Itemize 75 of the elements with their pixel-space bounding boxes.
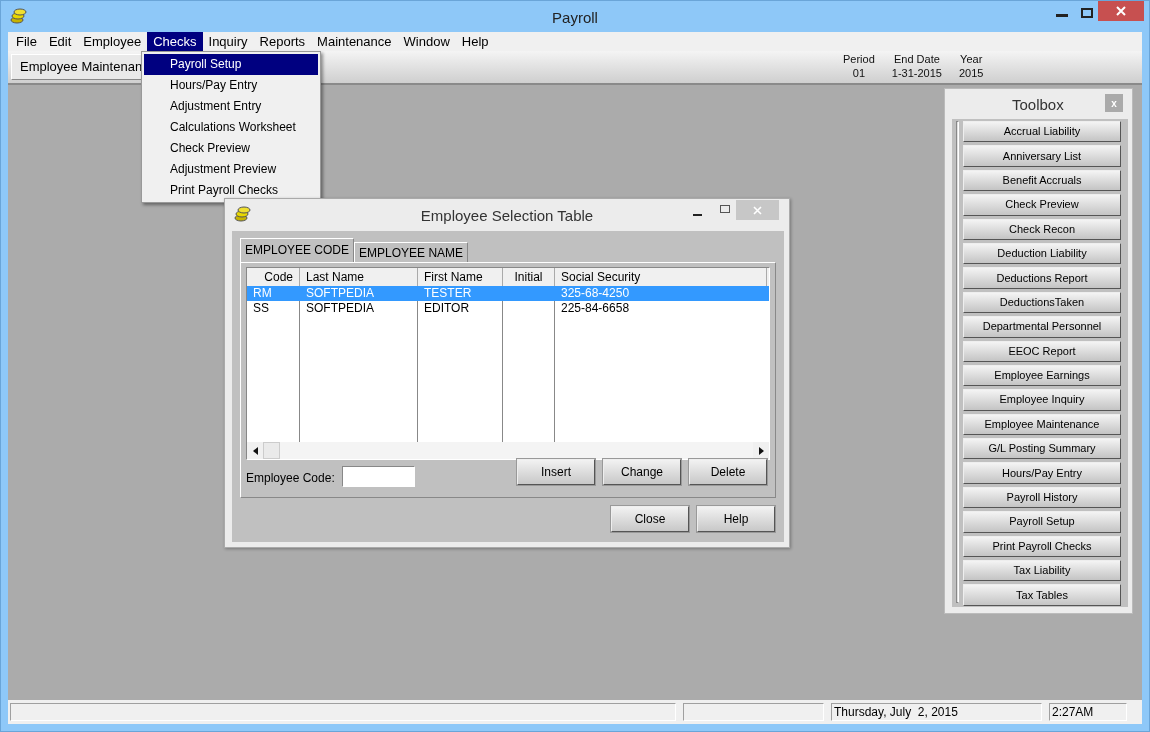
- window-title: Payroll: [552, 8, 598, 28]
- period-label: End Date: [893, 52, 940, 66]
- toolbox-button[interactable]: Tax Liability: [963, 560, 1121, 582]
- menu-item[interactable]: Print Payroll Checks: [144, 180, 318, 201]
- period-label: Period: [843, 52, 875, 66]
- period-label: Year: [960, 52, 983, 66]
- menu-item[interactable]: Payroll Setup: [144, 54, 318, 75]
- coins-icon: [234, 206, 252, 222]
- toolbox-button[interactable]: Deductions Report: [963, 267, 1121, 289]
- menu-item[interactable]: Checks: [147, 32, 203, 51]
- menu-item[interactable]: Adjustment Preview: [144, 159, 318, 180]
- maximize-icon[interactable]: [1081, 8, 1093, 18]
- toolbox-button[interactable]: Departmental Personnel: [963, 316, 1121, 338]
- table-cell-text: EDITOR: [423, 301, 471, 316]
- toolbox-button[interactable]: Employee Earnings: [963, 364, 1121, 387]
- scroll-left-button[interactable]: [247, 442, 263, 459]
- menu-item[interactable]: Window: [397, 32, 456, 51]
- toolbox-title: Toolbox: [1012, 95, 1064, 115]
- toolbox-button[interactable]: DeductionsTaken: [963, 291, 1121, 314]
- toolbox-button[interactable]: Hours/Pay Entry: [963, 462, 1121, 484]
- tab[interactable]: EMPLOYEE NAME: [354, 242, 469, 262]
- menu-item[interactable]: Inquiry: [202, 32, 254, 51]
- toolbox-button[interactable]: Employee Inquiry: [963, 389, 1121, 411]
- table-cell-text: SS: [252, 301, 270, 316]
- table-cell-text: SOFTPEDIA: [305, 286, 375, 301]
- toolbox-button[interactable]: Benefit Accruals: [963, 169, 1121, 192]
- table-cell-text: TESTER: [423, 286, 473, 301]
- menu-item[interactable]: Help: [455, 32, 495, 51]
- toolbox-button[interactable]: Accrual Liability: [963, 121, 1121, 143]
- toolbox-button[interactable]: Check Recon: [963, 218, 1121, 240]
- toolbox-button[interactable]: Deduction Liability: [963, 242, 1121, 265]
- table-cell-text: RM: [252, 286, 273, 301]
- toolbox-button[interactable]: G/L Posting Summary: [963, 438, 1121, 460]
- menu-item[interactable]: Calculations Worksheet: [144, 117, 318, 138]
- dialog-button[interactable]: Insert: [517, 459, 595, 485]
- menu-item[interactable]: File: [10, 32, 43, 51]
- status-date: Thursday, July 2, 2015: [831, 703, 1042, 721]
- toolbox-button[interactable]: Payroll History: [963, 486, 1121, 509]
- menu-item[interactable]: Maintenance: [311, 32, 398, 51]
- scrollbar-thumb[interactable]: [263, 442, 280, 459]
- period-value: 2015: [958, 66, 984, 80]
- toolbox-button[interactable]: Anniversary List: [963, 145, 1121, 167]
- menu-item[interactable]: Employee: [77, 32, 148, 51]
- maximize-icon[interactable]: [720, 205, 730, 213]
- menu-item[interactable]: Edit: [42, 32, 78, 51]
- table-cell-text: 325-68-4250: [560, 286, 631, 301]
- table-row[interactable]: SS SOFTPEDIA EDITOR 225-84-6658: [247, 301, 769, 316]
- dialog-title: Employee Selection Table: [420, 206, 594, 226]
- menu-item[interactable]: Check Preview: [144, 138, 318, 159]
- right-arrow-icon: [758, 446, 764, 455]
- toolbox-button[interactable]: Check Preview: [963, 194, 1121, 216]
- menu-item[interactable]: Adjustment Entry: [144, 96, 318, 117]
- toolbox-button[interactable]: Employee Maintenance: [963, 413, 1121, 436]
- dialog-button[interactable]: Delete: [689, 459, 767, 485]
- close-icon: [1116, 6, 1126, 16]
- menu-item[interactable]: Reports: [253, 32, 312, 51]
- toolbox-button[interactable]: Print Payroll Checks: [963, 535, 1121, 558]
- dialog-button[interactable]: Close: [611, 506, 689, 532]
- toolbox-button[interactable]: Payroll Setup: [963, 511, 1121, 533]
- table-cell-text: 225-84-6658: [560, 301, 631, 316]
- period-value: 1-31-2015: [891, 66, 942, 80]
- dialog-button[interactable]: Change: [603, 459, 681, 485]
- coins-icon: [10, 8, 28, 24]
- employee-code-field[interactable]: [342, 466, 415, 487]
- period-value: 01: [852, 66, 865, 80]
- status-time: 2:27AM: [1049, 703, 1127, 721]
- tab[interactable]: EMPLOYEE CODE: [240, 238, 355, 262]
- dialog-button[interactable]: Help: [697, 506, 775, 532]
- close-icon: [753, 205, 762, 215]
- toolbox-button[interactable]: EEOC Report: [963, 340, 1121, 362]
- field-label: Employee Code:: [246, 470, 335, 487]
- toolbox-button[interactable]: Tax Tables: [963, 584, 1121, 606]
- left-arrow-icon: [252, 446, 258, 455]
- close-button[interactable]: [1098, 1, 1144, 21]
- table-cell-text: SOFTPEDIA: [305, 301, 375, 316]
